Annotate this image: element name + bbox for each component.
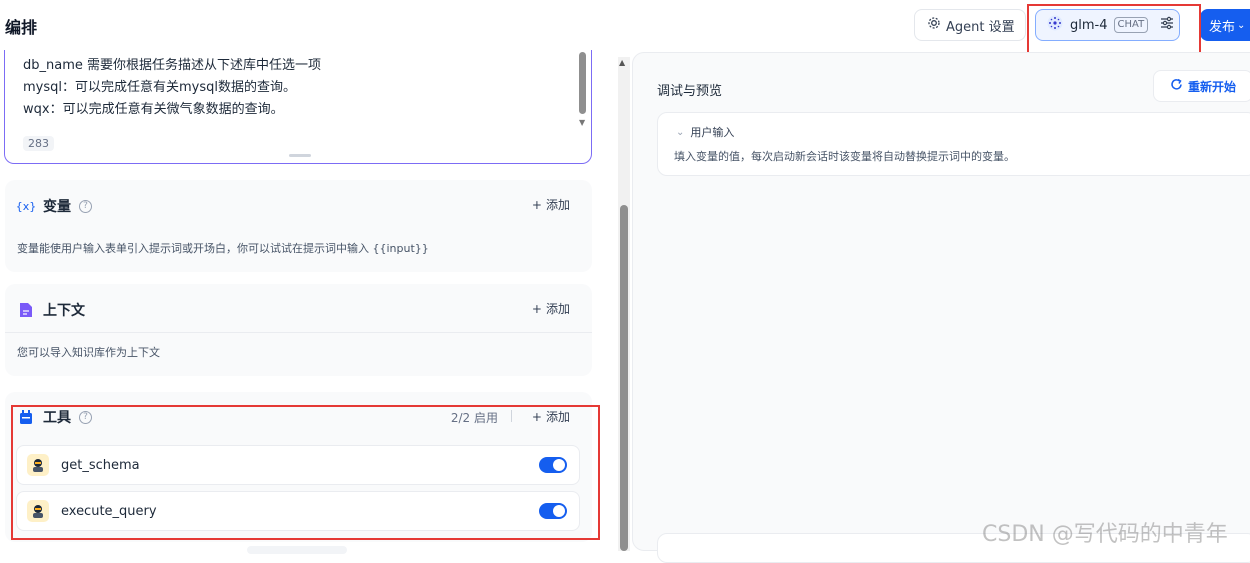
scroll-down-arrow-icon[interactable]: ▼ [579,118,585,127]
context-description: 您可以导入知识库作为上下文 [17,346,160,359]
toolbox-icon [17,408,35,426]
model-selector-button[interactable]: glm-4 CHAT [1035,9,1180,41]
plus-icon: + [531,409,542,424]
bottom-pill [247,546,347,554]
tools-enabled-count: 2/2 启用 [450,411,498,425]
prompt-editor[interactable]: db_name 需要你根据任务描述从下述库中任选一项 mysql：可以完成任意有… [4,50,592,164]
variables-description: 变量能使用户输入表单引入提示词或开场白，你可以试试在提示词中输入 {{input… [17,242,429,255]
watermark: CSDN @写代码的中青年 [982,522,1228,547]
divider [5,332,592,333]
tools-title: 工具 [43,410,71,426]
tool-name: get_schema [61,457,140,473]
add-context-button[interactable]: + 添加 [532,300,570,317]
tool-avatar-icon [27,454,49,476]
agent-settings-label: Agent 设置 [946,19,1015,35]
model-name: glm-4 [1070,17,1108,33]
plus-icon: + [531,301,542,316]
divider [511,410,512,422]
tool-name: execute_query [61,503,157,519]
tool-enabled-toggle[interactable] [539,503,567,519]
add-tool-label: 添加 [545,410,570,424]
page-title: 编排 [5,18,38,37]
user-input-header[interactable]: ⌄ 用户输入 [676,124,734,140]
resize-handle[interactable] [289,154,311,157]
scroll-up-arrow-icon[interactable]: ▲ [619,58,625,67]
restart-button[interactable]: 重新开始 [1153,70,1250,102]
gear-icon [927,16,941,34]
char-count-badge: 283 [23,136,54,151]
model-mode-badge: CHAT [1113,17,1149,33]
prompt-line: wqx：可以完成任意有关微气象数据的查询。 [23,102,284,117]
tools-card: 工具 ? 2/2 启用 + 添加 get_schema execute_quer… [5,392,592,542]
context-card: 上下文 + 添加 您可以导入知识库作为上下文 [5,284,592,376]
user-input-card: ⌄ 用户输入 填入变量的值，每次启动新会话时该变量将自动替换提示词中的变量。 [657,112,1250,176]
tool-enabled-toggle[interactable] [539,457,567,473]
variable-icon: {x} [15,199,37,213]
document-icon [17,301,35,319]
variables-card: {x} 变量 ? + 添加 变量能使用户输入表单引入提示词或开场白，你可以试试在… [5,180,592,272]
chevron-down-icon: ⌄ [1237,19,1246,31]
user-input-title: 用户输入 [690,126,735,139]
prompt-line: mysql：可以完成任意有关mysql数据的查询。 [23,80,296,95]
help-icon[interactable]: ? [79,199,92,213]
refresh-icon [1170,78,1183,94]
debug-preview-panel: 调试与预览 重新开始 ⌄ 用户输入 填入变量的值，每次启动新会话时该变量将自动替… [632,52,1250,563]
add-variable-button[interactable]: + 添加 [532,196,570,213]
tool-row[interactable]: get_schema [16,445,580,485]
user-input-description: 填入变量的值，每次启动新会话时该变量将自动替换提示词中的变量。 [674,150,1015,163]
orchestration-panel: db_name 需要你根据任务描述从下述库中任选一项 mysql：可以完成任意有… [0,50,600,554]
add-context-label: 添加 [545,302,570,316]
sliders-icon[interactable] [1160,16,1174,34]
context-header: 上下文 [17,300,85,320]
model-logo-icon [1046,14,1064,36]
add-tool-button[interactable]: + 添加 [532,408,570,425]
variables-title: 变量 [43,199,71,215]
debug-title: 调试与预览 [657,84,723,99]
help-icon[interactable]: ? [79,410,92,424]
tool-row[interactable]: execute_query [16,491,580,531]
tools-header: 工具 ? [17,407,92,427]
plus-icon: + [531,197,542,212]
top-bar: 编排 Agent 设置 glm-4 CHAT 发布 ⌄ [0,0,1250,50]
prompt-scrollbar[interactable] [579,52,586,114]
publish-button[interactable]: 发布 ⌄ [1200,9,1250,41]
panel-scrollbar-thumb[interactable] [620,205,628,551]
chevron-down-icon: ⌄ [676,126,685,138]
agent-settings-button[interactable]: Agent 设置 [914,9,1026,41]
prompt-line: db_name 需要你根据任务描述从下述库中任选一项 [23,58,322,73]
variables-header: {x} 变量 ? [15,196,92,216]
context-title: 上下文 [43,303,85,319]
tool-avatar-icon [27,500,49,522]
restart-label: 重新开始 [1188,79,1237,94]
publish-label: 发布 [1209,19,1236,35]
add-variable-label: 添加 [545,198,570,212]
